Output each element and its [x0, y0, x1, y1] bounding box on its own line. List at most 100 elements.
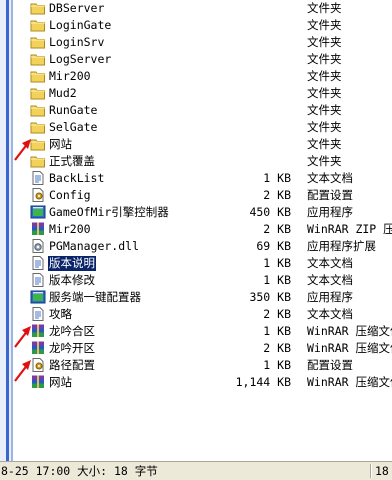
file-row[interactable]: 龙吟开区 2 KB WinRAR 压缩文件: [13, 340, 392, 357]
folder-icon: [30, 1, 46, 15]
file-row[interactable]: Mir200 2 KB WinRAR ZIP 压缩: [13, 221, 392, 238]
file-row[interactable]: 版本说明 1 KB 文本文档: [13, 255, 392, 272]
file-name[interactable]: PGManager.dll: [48, 239, 140, 254]
file-type: 文件夹: [307, 103, 342, 117]
file-size: 1 KB: [263, 171, 291, 185]
file-row[interactable]: 攻略 2 KB 文本文档: [13, 306, 392, 323]
file-name[interactable]: LogServer: [48, 52, 112, 67]
file-size: 1,144 KB: [235, 375, 291, 389]
file-row[interactable]: SelGate 文件夹: [13, 119, 392, 136]
file-name[interactable]: Mir200: [48, 69, 92, 84]
folder-icon: [30, 35, 46, 49]
file-type: 配置设置: [307, 188, 353, 202]
file-size: 2 KB: [263, 341, 291, 355]
file-row[interactable]: LoginGate 文件夹: [13, 17, 392, 34]
file-size: 1 KB: [263, 256, 291, 270]
folder-icon: [30, 86, 46, 100]
file-name[interactable]: 攻略: [48, 307, 73, 322]
file-size: 2 KB: [263, 188, 291, 202]
file-name[interactable]: SelGate: [48, 120, 98, 135]
text-document-icon: [30, 171, 46, 185]
file-size: 450 KB: [249, 205, 291, 219]
file-name[interactable]: 网站: [48, 375, 73, 390]
red-arrow-annotation: [14, 360, 31, 382]
text-document-icon: [30, 256, 46, 270]
file-list[interactable]: DBServer 文件夹 LoginGate 文件夹 LoginSrv 文件夹 LogSer…: [13, 0, 392, 461]
folder-tree-pane[interactable]: [0, 0, 13, 461]
winrar-archive-icon: [30, 222, 46, 236]
file-name[interactable]: Config: [48, 188, 92, 203]
file-row[interactable]: LogServer 文件夹: [13, 51, 392, 68]
file-size: 2 KB: [263, 222, 291, 236]
folder-icon: [30, 52, 46, 66]
text-document-icon: [30, 307, 46, 321]
file-type: 文本文档: [307, 307, 353, 321]
file-name[interactable]: 龙吟合区: [48, 324, 96, 339]
file-row[interactable]: 网站 1,144 KB WinRAR 压缩文件: [13, 374, 392, 391]
file-row[interactable]: 路径配置 1 KB 配置设置: [13, 357, 392, 374]
file-row[interactable]: 版本修改 1 KB 文本文档: [13, 272, 392, 289]
red-arrow-annotation: [14, 139, 31, 161]
file-name[interactable]: 路径配置: [48, 358, 96, 373]
red-arrow-annotation: [14, 326, 31, 348]
file-size: 2 KB: [263, 307, 291, 321]
file-type: 文本文档: [307, 273, 353, 287]
file-name[interactable]: LoginSrv: [48, 35, 105, 50]
file-row[interactable]: GameOfMir引擎控制器 450 KB 应用程序: [13, 204, 392, 221]
file-row[interactable]: Mir200 文件夹: [13, 68, 392, 85]
file-type: WinRAR 压缩文件: [307, 324, 392, 338]
text-document-icon: [30, 273, 46, 287]
file-name[interactable]: GameOfMir引擎控制器: [48, 205, 170, 220]
dll-extension-icon: [30, 239, 46, 253]
file-row[interactable]: LoginSrv 文件夹: [13, 34, 392, 51]
application-icon: [30, 290, 46, 304]
file-row[interactable]: RunGate 文件夹: [13, 102, 392, 119]
file-name[interactable]: 服务端一键配置器: [48, 290, 142, 305]
file-name[interactable]: 版本说明: [48, 256, 96, 271]
status-file-info: 8-25 17:00 大小: 18 字节: [1, 464, 158, 478]
file-name[interactable]: RunGate: [48, 103, 98, 118]
file-row[interactable]: DBServer 文件夹: [13, 0, 392, 17]
file-name[interactable]: 正式覆盖: [48, 154, 96, 169]
file-type: 文件夹: [307, 52, 342, 66]
file-name[interactable]: DBServer: [48, 1, 105, 16]
file-type: 文件夹: [307, 69, 342, 83]
file-row[interactable]: 正式覆盖 文件夹: [13, 153, 392, 170]
file-size: 69 KB: [256, 239, 291, 253]
file-row[interactable]: 龙吟合区 1 KB WinRAR 压缩文件: [13, 323, 392, 340]
folder-icon: [30, 120, 46, 134]
file-type: 文件夹: [307, 86, 342, 100]
status-size: 18: [375, 464, 389, 478]
config-settings-icon: [30, 188, 46, 202]
file-name[interactable]: 龙吟开区: [48, 341, 96, 356]
file-name[interactable]: LoginGate: [48, 18, 112, 33]
file-type: 文件夹: [307, 154, 342, 168]
file-type: 文件夹: [307, 18, 342, 32]
file-size: 350 KB: [249, 290, 291, 304]
file-row[interactable]: 网站 文件夹: [13, 136, 392, 153]
file-name[interactable]: 版本修改: [48, 273, 96, 288]
file-type: 应用程序: [307, 290, 353, 304]
folder-icon: [30, 69, 46, 83]
file-type: 文件夹: [307, 35, 342, 49]
file-row[interactable]: Mud2 文件夹: [13, 85, 392, 102]
file-name[interactable]: BackList: [48, 171, 105, 186]
file-type: 文本文档: [307, 171, 353, 185]
file-row[interactable]: BackList 1 KB 文本文档: [13, 170, 392, 187]
file-type: 配置设置: [307, 358, 353, 372]
file-type: 文件夹: [307, 1, 342, 15]
file-name[interactable]: 网站: [48, 137, 73, 152]
file-row[interactable]: Config 2 KB 配置设置: [13, 187, 392, 204]
file-name[interactable]: Mir200: [48, 222, 92, 237]
file-name[interactable]: Mud2: [48, 86, 78, 101]
file-type: 文件夹: [307, 137, 342, 151]
file-size: 1 KB: [263, 358, 291, 372]
file-type: WinRAR 压缩文件: [307, 375, 392, 389]
application-icon: [30, 205, 46, 219]
file-size: 1 KB: [263, 273, 291, 287]
file-type: WinRAR 压缩文件: [307, 341, 392, 355]
file-type: 应用程序扩展: [307, 239, 376, 253]
file-row[interactable]: 服务端一键配置器 350 KB 应用程序: [13, 289, 392, 306]
file-size: 1 KB: [263, 324, 291, 338]
file-row[interactable]: PGManager.dll 69 KB 应用程序扩展: [13, 238, 392, 255]
